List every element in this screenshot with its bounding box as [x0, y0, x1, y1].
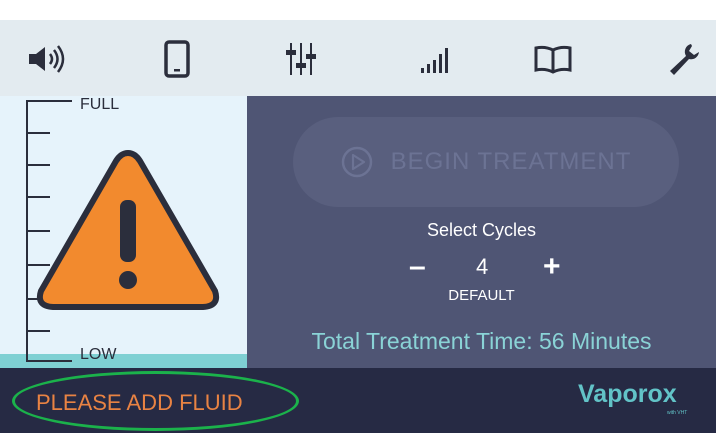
gauge-tick: [26, 360, 72, 362]
tablet-icon[interactable]: [152, 34, 202, 84]
warning-triangle-icon: [36, 149, 220, 310]
fluid-level-gauge: FULL LOW: [0, 96, 247, 368]
play-circle-icon: [341, 146, 372, 178]
speaker-icon[interactable]: [22, 34, 72, 84]
gauge-tick: [26, 330, 50, 332]
gauge-tick: [26, 100, 72, 102]
begin-treatment-button[interactable]: BEGIN TREATMENT: [293, 117, 679, 207]
signal-icon[interactable]: [411, 34, 461, 84]
default-label: DEFAULT: [448, 287, 515, 304]
begin-treatment-label: BEGIN TREATMENT: [390, 148, 632, 175]
sliders-icon[interactable]: [276, 34, 326, 84]
select-cycles-label: Select Cycles: [426, 220, 537, 240]
vaporox-logo: Vaporox: [578, 380, 677, 408]
total-treatment-time: Total Treatment Time: 56 Minutes: [311, 328, 652, 354]
increase-cycles-button[interactable]: +: [543, 252, 561, 282]
decrease-cycles-button[interactable]: –: [409, 252, 426, 282]
full-label: FULL: [80, 96, 120, 113]
top-strip: [0, 0, 716, 20]
logo-subtitle: with VHT: [667, 410, 688, 416]
gauge-tick: [26, 132, 50, 134]
status-bar: PLEASE ADD FLUID Vaporox with VHT: [0, 368, 716, 433]
treatment-panel: BEGIN TREATMENT Select Cycles – 4 + DEFA…: [247, 96, 716, 368]
toolbar: [0, 20, 716, 96]
cycles-value: 4: [476, 254, 489, 279]
book-icon[interactable]: [528, 34, 578, 84]
status-message: PLEASE ADD FLUID: [36, 390, 243, 415]
wrench-icon[interactable]: [659, 34, 709, 84]
low-label: LOW: [80, 346, 117, 363]
